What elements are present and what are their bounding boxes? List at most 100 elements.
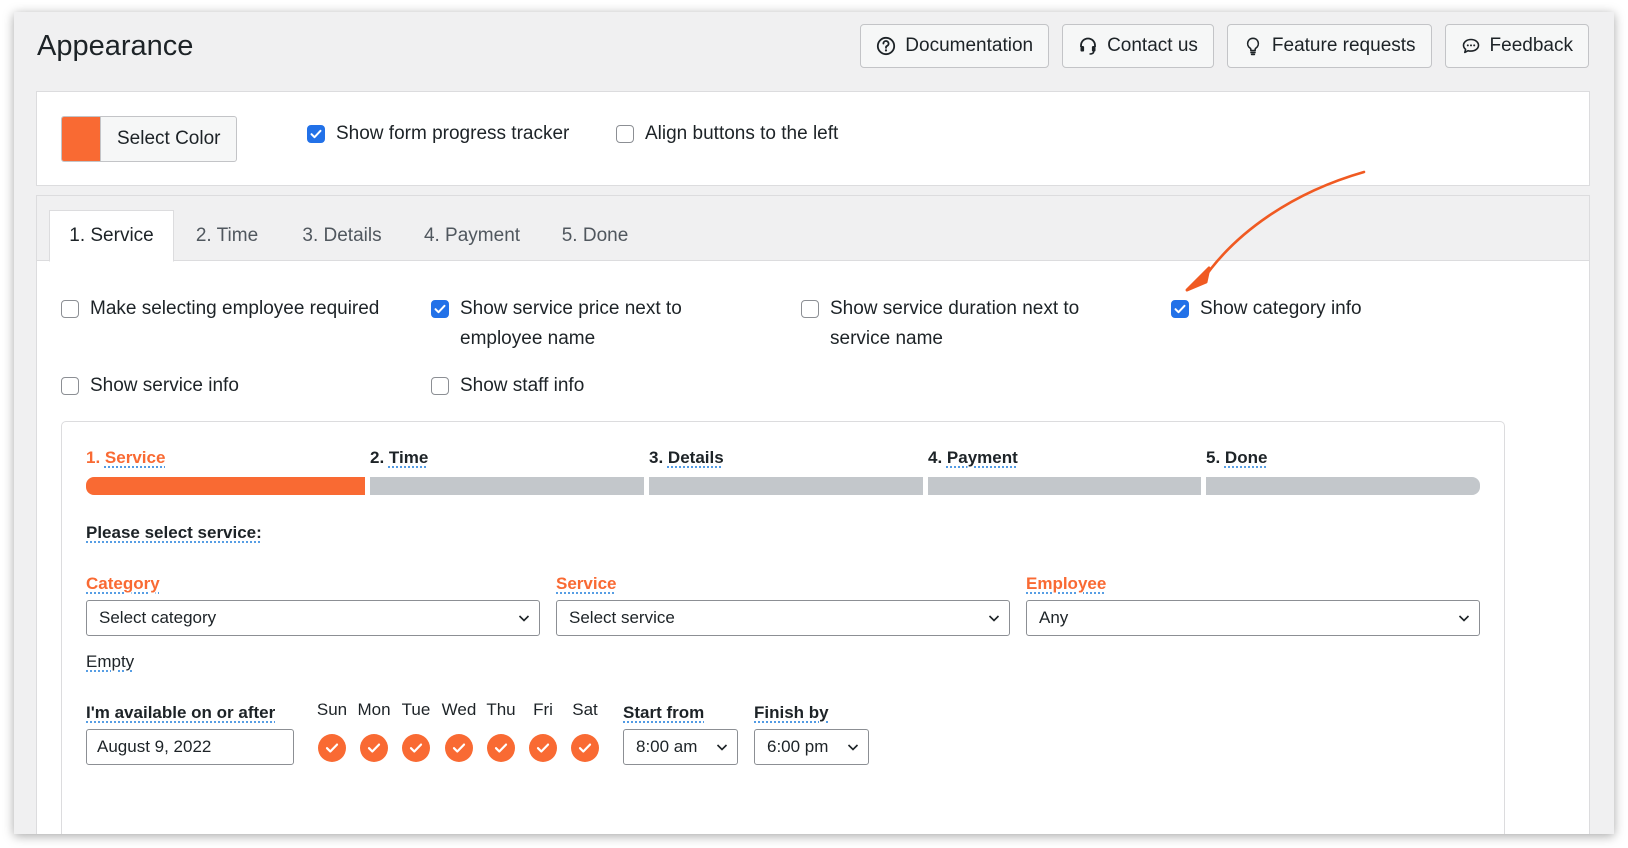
- chevron-down-icon: [988, 615, 1000, 622]
- staff-info-checkbox[interactable]: [431, 377, 449, 395]
- step-label-service: 1. Service: [86, 448, 165, 468]
- service-info-option: Show service info: [61, 371, 239, 401]
- step-number: 5.: [1206, 448, 1221, 467]
- day-toggle-thu[interactable]: [487, 734, 515, 762]
- progress-tracker-label: Show form progress tracker: [336, 123, 570, 144]
- documentation-label: Documentation: [905, 35, 1034, 56]
- feedback-label: Feedback: [1489, 35, 1573, 56]
- booking-form-preview: 1. Service 2. Time 3. Details 4. Payment…: [61, 421, 1505, 834]
- service-info-label: Show service info: [90, 375, 239, 396]
- align-left-option: Align buttons to the left: [616, 119, 838, 149]
- employee-required-checkbox[interactable]: [61, 300, 79, 318]
- step-name: Done: [1224, 448, 1268, 467]
- progress-bar-payment: [928, 477, 1201, 495]
- color-swatch: [62, 117, 101, 161]
- check-icon: [578, 743, 592, 753]
- service-price-checkbox[interactable]: [431, 300, 449, 318]
- step-number: 4.: [928, 448, 943, 467]
- step-label-details: 3. Details: [649, 448, 724, 468]
- step-label-time: 2. Time: [370, 448, 428, 468]
- check-icon: [536, 743, 550, 753]
- start-from-label: Start from: [623, 703, 705, 722]
- select-color-button[interactable]: Select Color: [61, 116, 237, 162]
- align-left-label: Align buttons to the left: [645, 123, 839, 144]
- service-price-label-line1: Show service price next to: [460, 298, 682, 319]
- day-toggle-tue[interactable]: [402, 734, 430, 762]
- documentation-button[interactable]: Documentation: [860, 24, 1050, 68]
- contact-us-button[interactable]: Contact us: [1062, 24, 1214, 68]
- check-icon: [434, 304, 446, 314]
- tab-details[interactable]: 3. Details: [287, 210, 397, 261]
- check-icon: [494, 743, 508, 753]
- check-icon: [409, 743, 423, 753]
- day-toggle-sat[interactable]: [571, 734, 599, 762]
- feature-requests-label: Feature requests: [1271, 35, 1416, 56]
- tab-payment[interactable]: 4. Payment: [412, 210, 532, 261]
- step-label-payment: 4. Payment: [928, 448, 1018, 468]
- service-info-checkbox[interactable]: [61, 377, 79, 395]
- day-label-sat: Sat: [572, 700, 598, 719]
- day-label-fri: Fri: [533, 700, 553, 719]
- step-name: Details: [667, 448, 724, 467]
- lightbulb-icon: [1243, 36, 1263, 56]
- category-info-checkbox[interactable]: [1171, 300, 1189, 318]
- day-label-wed: Wed: [441, 700, 477, 719]
- service-price-option: Show service price next to employee name: [431, 294, 682, 354]
- day-toggle-wed[interactable]: [445, 734, 473, 762]
- align-left-checkbox[interactable]: [616, 125, 634, 143]
- header-actions: Documentation Contact us Feature request…: [860, 24, 1589, 68]
- finish-by-label: Finish by: [754, 703, 829, 722]
- employee-select[interactable]: Any: [1026, 600, 1480, 636]
- category-label: Category: [86, 574, 160, 593]
- day-label-thu: Thu: [486, 700, 516, 719]
- employee-required-label: Make selecting employee required: [90, 298, 380, 319]
- service-duration-checkbox[interactable]: [801, 300, 819, 318]
- progress-bar-time: [370, 477, 644, 495]
- select-service-heading: Please select service:: [86, 523, 262, 542]
- check-icon: [310, 129, 322, 139]
- available-after-label: I'm available on or after: [86, 703, 276, 722]
- service-select[interactable]: Select service: [556, 600, 1010, 636]
- chat-bubble-icon: [1461, 36, 1481, 56]
- feature-requests-button[interactable]: Feature requests: [1226, 24, 1432, 68]
- app-window: Appearance Documentation Contact us Feat…: [14, 12, 1614, 834]
- headset-icon: [1078, 36, 1098, 56]
- check-icon: [325, 743, 339, 753]
- service-duration-label-line1: Show service duration next to: [830, 298, 1080, 319]
- feedback-button[interactable]: Feedback: [1444, 24, 1589, 68]
- tab-done[interactable]: 5. Done: [550, 210, 640, 261]
- date-input[interactable]: [86, 729, 294, 765]
- day-label-tue: Tue: [401, 700, 431, 719]
- day-toggle-fri[interactable]: [529, 734, 557, 762]
- category-select[interactable]: Select category: [86, 600, 540, 636]
- employee-label: Employee: [1026, 574, 1107, 593]
- service-select-value: Select service: [569, 608, 675, 627]
- day-toggle-mon[interactable]: [360, 734, 388, 762]
- chevron-down-icon: [716, 744, 728, 751]
- progress-bar-service: [86, 477, 365, 495]
- tab-time[interactable]: 2. Time: [177, 210, 277, 261]
- progress-bar-details: [649, 477, 923, 495]
- progress-tracker-checkbox[interactable]: [307, 125, 325, 143]
- service-price-label-line2: employee name: [460, 328, 596, 349]
- employee-select-value: Any: [1039, 608, 1069, 627]
- staff-info-option: Show staff info: [431, 371, 584, 401]
- annotation-arrow-icon: [1185, 170, 1366, 292]
- finish-time-select[interactable]: 6:00 pm: [754, 729, 869, 765]
- step-name: Payment: [946, 448, 1018, 467]
- check-icon: [1174, 304, 1186, 314]
- tab-service[interactable]: 1. Service: [49, 210, 174, 262]
- service-duration-option: Show service duration next to service na…: [801, 294, 1079, 354]
- finish-time-value: 6:00 pm: [767, 737, 829, 756]
- day-toggle-sun[interactable]: [318, 734, 346, 762]
- service-duration-label-line2: service name: [830, 328, 943, 349]
- step-number: 3.: [649, 448, 664, 467]
- select-color-label: Select Color: [117, 128, 221, 149]
- employee-required-option: Make selecting employee required: [61, 294, 379, 324]
- start-time-select[interactable]: 8:00 am: [623, 729, 738, 765]
- chevron-down-icon: [518, 615, 530, 622]
- category-info-empty: Empty: [86, 652, 135, 671]
- day-label-sun: Sun: [316, 700, 348, 719]
- progress-bar-done: [1206, 477, 1480, 495]
- question-circle-icon: [876, 36, 896, 56]
